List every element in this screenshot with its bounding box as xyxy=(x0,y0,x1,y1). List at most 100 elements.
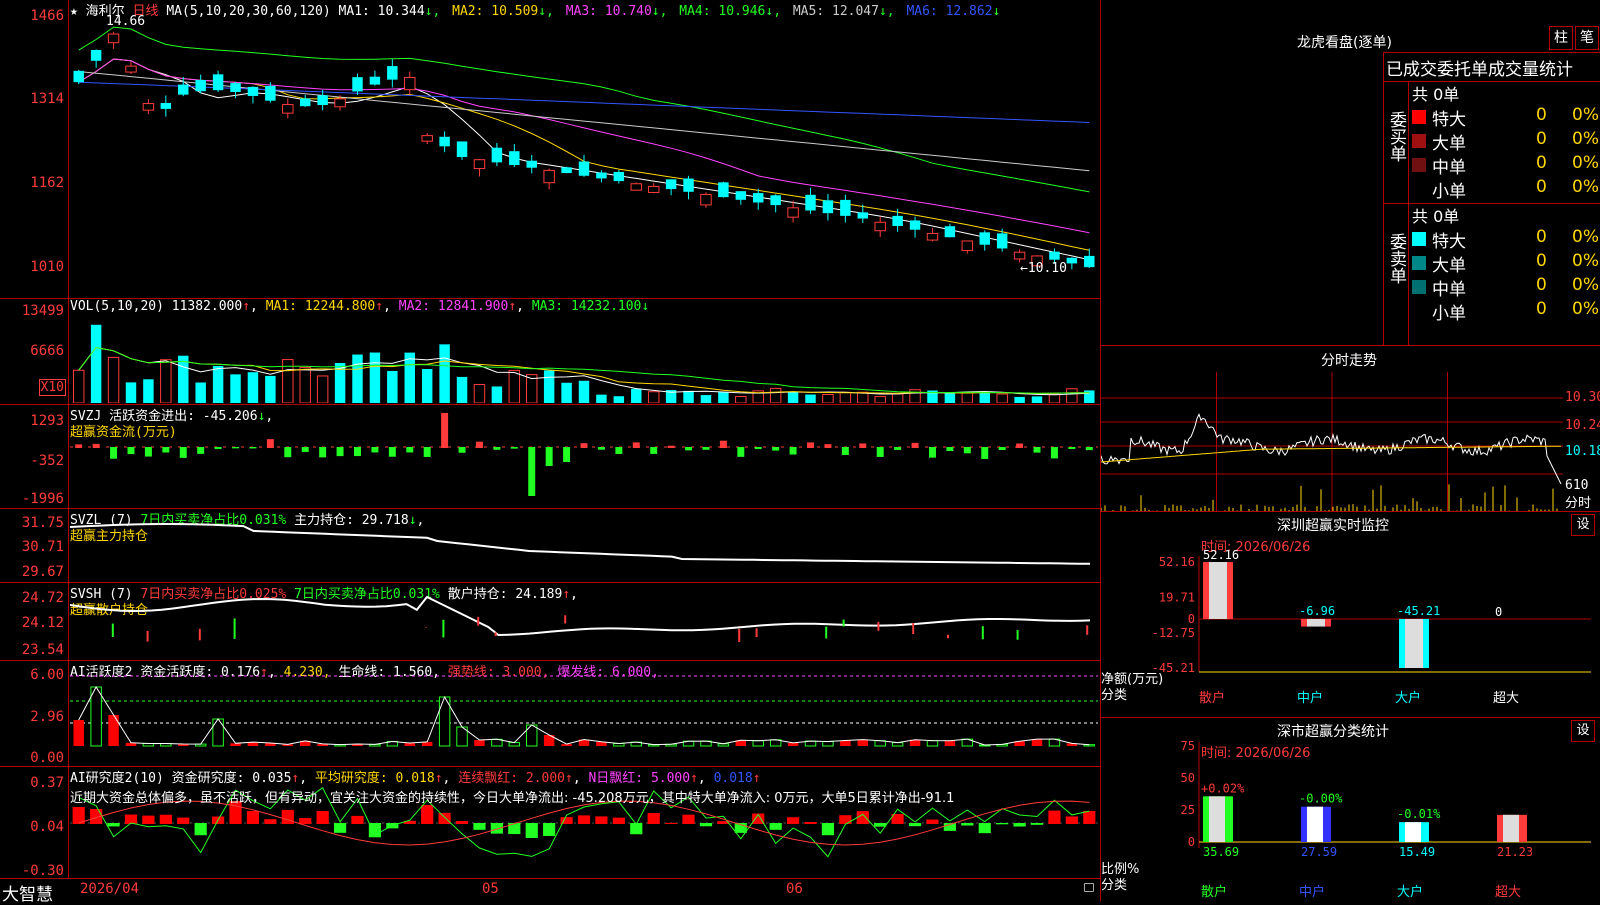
star-icon[interactable]: ★ xyxy=(70,4,78,19)
intraday-y-label: 10.30 xyxy=(1565,390,1600,405)
svzj-bar xyxy=(301,447,309,452)
volume-panel[interactable]: 13499 6666 X10 VOL(5,10,20) 11382.000↑, … xyxy=(0,298,1100,405)
price-panel[interactable]: 1466 1314 1162 1010 ★ 海利尔 日线 MA(5,10,20,… xyxy=(0,0,1100,298)
tick-mode-button[interactable]: 笔 xyxy=(1575,26,1599,50)
candlestick-chart[interactable] xyxy=(70,18,1098,280)
stats-change-label: +0.02% xyxy=(1201,781,1245,795)
ai2-bar xyxy=(1065,816,1078,824)
volume-bar xyxy=(631,388,642,403)
buy-swatch xyxy=(1412,134,1426,148)
monitor-category-label: 超大 xyxy=(1493,691,1519,706)
svzj-bar xyxy=(702,447,710,450)
volume-bar xyxy=(857,391,869,403)
svzj-bar xyxy=(92,443,100,448)
candle-body xyxy=(73,70,84,83)
stats-category-label: 大户 xyxy=(1397,884,1423,900)
vol-y-label: 6666 xyxy=(30,343,64,359)
ai1-bar xyxy=(108,715,119,746)
volume-bar xyxy=(1031,396,1043,403)
candle-body xyxy=(683,178,694,192)
candle-body xyxy=(857,212,869,219)
svsh-panel[interactable]: 24.72 24.12 23.54 SVSH (7) 7日内买卖净占比0.025… xyxy=(0,582,1100,661)
candle-body xyxy=(352,77,363,92)
svzj-bar xyxy=(336,447,344,457)
intraday-panel[interactable]: 分时走势 10.30 10.24 10.18 610 分时 xyxy=(1100,345,1600,512)
volume-bar xyxy=(1066,388,1078,403)
candle-body xyxy=(979,232,990,245)
svzl-panel[interactable]: 31.75 30.71 29.67 SVZL (7) 7日内买卖净占比0.031… xyxy=(0,508,1100,583)
svzj-bar xyxy=(737,447,745,457)
sell-pct: 0% xyxy=(1572,299,1599,319)
intraday-y-label: 10.24 xyxy=(1565,418,1600,433)
lhb-stats-box: 已成交委托单成交量统计 委买单 委卖单 共 0单 特大 0 0% 大单 0 0% 中单 0 0%… xyxy=(1383,52,1600,345)
volume-bar xyxy=(578,380,590,403)
stats-y-label: 25 xyxy=(1181,803,1195,817)
sell-name: 特大 xyxy=(1432,232,1466,252)
ai2-y-label: -0.30 xyxy=(21,863,64,879)
volume-bar xyxy=(143,379,154,403)
sell-swatch xyxy=(1412,232,1426,246)
ai2-bar xyxy=(839,815,852,824)
candle-body xyxy=(142,103,155,111)
svzj-bar xyxy=(110,447,118,459)
ma3-line xyxy=(78,58,1090,234)
stats-value-label: 35.69 xyxy=(1203,845,1239,859)
volume-bar xyxy=(891,393,904,403)
svzj-bar xyxy=(667,445,675,448)
svsh-y-axis: 24.72 24.12 23.54 xyxy=(0,583,69,661)
svzl-y-label: 29.67 xyxy=(21,564,64,580)
ai2-bar xyxy=(874,823,887,827)
ma-value-3: MA3: 10.740 xyxy=(565,4,652,19)
svzj-bar xyxy=(266,439,274,448)
candle-body xyxy=(822,200,834,214)
ai2-bar xyxy=(769,823,782,830)
ai2-bar xyxy=(438,812,451,824)
ai2-bar xyxy=(316,810,329,824)
svzj-panel[interactable]: 1293 -352 -1996 SVZJ 活跃资金进出: -45.206↓, 超… xyxy=(0,404,1100,509)
ai1-bar xyxy=(752,740,764,747)
candle-body xyxy=(421,135,433,142)
monitor-panel[interactable]: 深圳超赢实时监控 设 时间: 2026/06/26 净额(万元) 分类 52.1… xyxy=(1100,511,1600,718)
monitor-category-label: 中户 xyxy=(1297,690,1323,706)
ai-activity-panel[interactable]: 6.00 2.96 0.00 AI活跃度2 资金活跃度: 0.176↑, 4.2… xyxy=(0,660,1100,767)
ai2-bar xyxy=(455,821,469,824)
svzj-bar xyxy=(388,447,396,457)
svsh-y-label: 23.54 xyxy=(21,642,64,658)
buy-vol: 0 xyxy=(1536,105,1547,125)
ai-activity-chart xyxy=(70,675,1098,747)
sell-vol: 0 xyxy=(1536,251,1547,271)
ai2-bar xyxy=(804,821,817,824)
candle-body xyxy=(387,66,398,80)
volume-bar xyxy=(299,366,311,403)
volume-bar xyxy=(352,354,363,403)
svzl-y-axis: 31.75 30.71 29.67 xyxy=(0,509,69,583)
ai2-bar xyxy=(333,823,347,833)
ai1-y-axis: 6.00 2.96 0.00 xyxy=(0,661,69,767)
svzl-y-label: 31.75 xyxy=(21,515,64,531)
candle-body xyxy=(491,147,503,163)
stats-panel[interactable]: 深市超赢分类统计 设 时间: 2026/06/26 比例% 分类 75 50 25 0… xyxy=(1100,717,1600,901)
ma-title: MA(5,10,20,30,60,120) xyxy=(166,4,331,19)
ai-research-panel[interactable]: 0.37 0.04 -0.30 AI研究度2(10) 资金研究度: 0.035↑… xyxy=(0,766,1100,879)
intraday-chart xyxy=(1101,372,1563,512)
ai2-bar xyxy=(159,814,172,824)
ai2-bar xyxy=(961,823,974,826)
vol-ma1: MA1: 12244.800 xyxy=(265,299,376,314)
svzj-bar xyxy=(1085,447,1093,451)
candle-body xyxy=(700,193,712,206)
stats-category-label: 中户 xyxy=(1299,884,1325,900)
volume-bar xyxy=(508,369,521,403)
svzj-bar xyxy=(179,447,187,458)
volume-bar xyxy=(613,396,625,403)
stats-change-label: -0.00% xyxy=(1299,792,1343,806)
buy-name: 中单 xyxy=(1432,158,1466,178)
volume-bar xyxy=(160,359,172,403)
brand-label[interactable]: 大智慧 xyxy=(2,880,53,905)
candle-body xyxy=(230,83,241,93)
lock-icon[interactable] xyxy=(1084,883,1094,892)
volume-bar xyxy=(369,352,381,403)
x-label-jun: 06 xyxy=(786,881,803,897)
stats-y-label: 50 xyxy=(1181,771,1195,785)
ai2-bar xyxy=(786,817,800,824)
bar-mode-button[interactable]: 柱 xyxy=(1549,26,1573,50)
